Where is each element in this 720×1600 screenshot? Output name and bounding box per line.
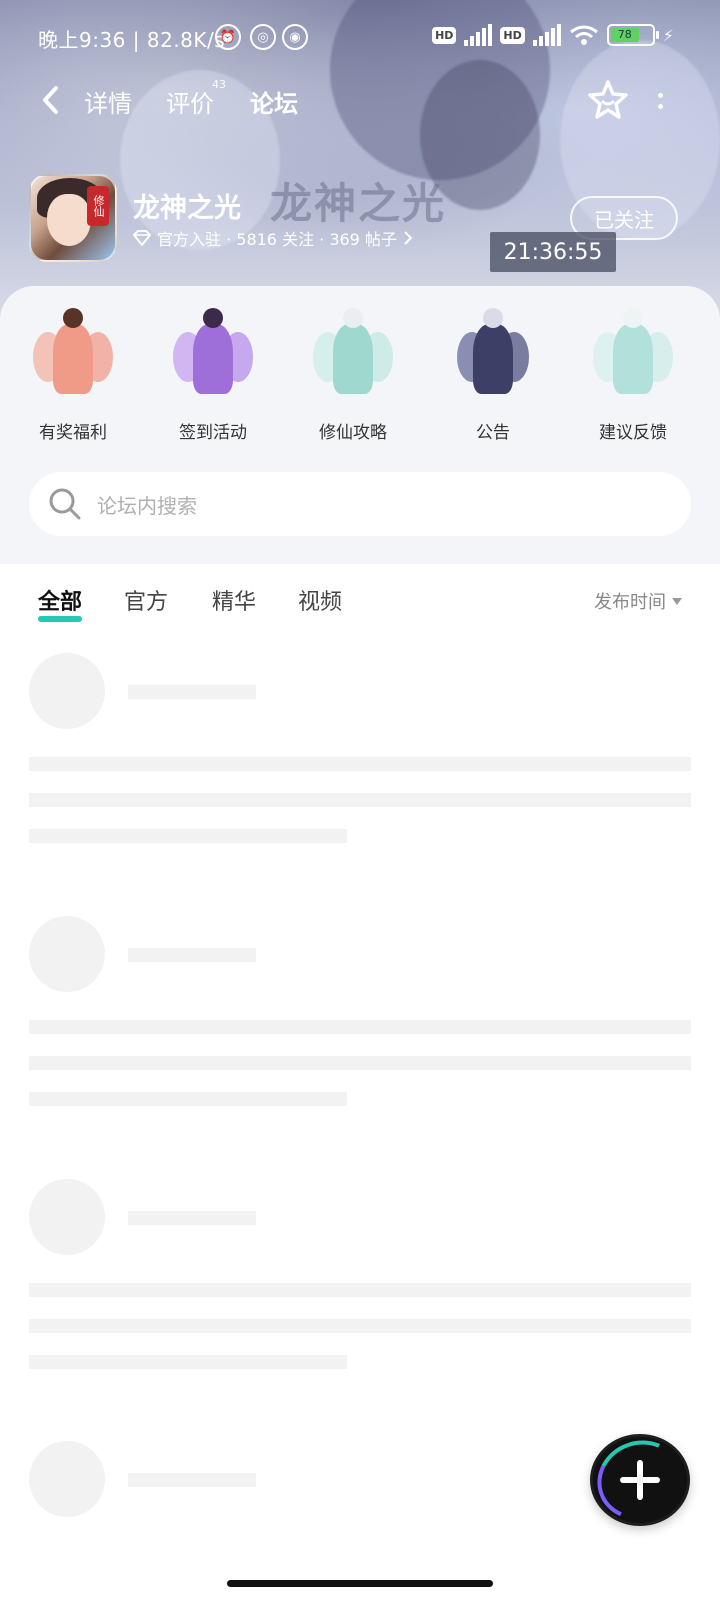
tab-details[interactable]: 详情 xyxy=(84,84,132,119)
character-illustration xyxy=(443,302,543,408)
tab-featured[interactable]: 精华 xyxy=(212,584,256,616)
text-line-placeholder xyxy=(29,1056,691,1070)
avatar-placeholder xyxy=(29,653,105,729)
hd-icon: HD xyxy=(500,26,525,44)
post-skeleton xyxy=(0,653,720,873)
caret-down-icon xyxy=(672,597,682,605)
create-post-button[interactable] xyxy=(590,1434,690,1526)
favorite-button[interactable] xyxy=(586,78,630,122)
text-line-placeholder xyxy=(29,829,347,843)
tab-all[interactable]: 全部 xyxy=(38,584,83,622)
text-line-placeholder xyxy=(29,1092,347,1106)
charging-icon: ⚡ xyxy=(662,25,674,45)
diamond-badge-icon xyxy=(133,230,151,246)
character-illustration xyxy=(303,302,403,408)
game-app-icon[interactable]: 修仙 xyxy=(29,174,117,262)
search-input[interactable]: 论坛内搜索 xyxy=(97,490,197,519)
character-illustration xyxy=(163,302,263,408)
shortcut-guides[interactable]: 修仙攻略 xyxy=(288,302,418,452)
home-indicator[interactable] xyxy=(227,1580,493,1587)
status-bar: 晚上9:36 | 82.8K/s ⏰ ◎ ◉ HD HD 78 ⚡ xyxy=(0,18,720,58)
chevron-left-icon xyxy=(43,86,58,114)
shortcut-announcements[interactable]: 公告 xyxy=(428,302,558,452)
feed-filter-tabs: 全部 官方 精华 视频 发布时间 xyxy=(0,572,720,628)
shortcut-rewards[interactable]: 有奖福利 xyxy=(8,302,138,452)
plus-icon xyxy=(620,1460,660,1500)
game-stats-link[interactable]: 官方入驻 · 5816 关注 · 369 帖子 xyxy=(133,226,413,250)
chevron-right-icon xyxy=(404,231,413,245)
game-header-banner: 晚上9:36 | 82.8K/s ⏰ ◎ ◉ HD HD 78 ⚡ 详情 评价 … xyxy=(0,0,720,320)
forum-search-bar[interactable]: 论坛内搜索 xyxy=(29,472,691,536)
shortcut-checkin[interactable]: 签到活动 xyxy=(148,302,278,452)
avatar-placeholder xyxy=(29,1179,105,1255)
username-placeholder xyxy=(128,948,256,962)
forum-shortcut-panel: 有奖福利 签到活动 修仙攻略 公告 建议反馈 论坛内搜索 xyxy=(0,286,720,564)
game-logo-watermark: 龙神之光 xyxy=(270,179,447,228)
tab-official[interactable]: 官方 xyxy=(124,584,168,616)
search-icon xyxy=(49,488,81,520)
text-line-placeholder xyxy=(29,793,691,807)
review-count-badge: 43 xyxy=(212,78,226,91)
character-illustration xyxy=(583,302,683,408)
username-placeholder xyxy=(128,1211,256,1225)
avatar-placeholder xyxy=(29,1441,105,1517)
status-time: 晚上9:36 | 82.8K/s xyxy=(38,28,226,52)
star-icon xyxy=(588,80,628,119)
username-placeholder xyxy=(128,685,256,699)
username-placeholder xyxy=(128,1473,256,1487)
text-line-placeholder xyxy=(29,1319,691,1333)
text-line-placeholder xyxy=(29,1283,691,1297)
floating-clock: 21:36:55 xyxy=(490,232,616,272)
text-line-placeholder xyxy=(29,1355,347,1369)
game-title: 龙神之光 xyxy=(133,193,241,224)
app-notification-icon: ◉ xyxy=(282,24,308,50)
avatar-placeholder xyxy=(29,916,105,992)
battery-icon: 78 xyxy=(606,24,659,46)
tab-forum[interactable]: 论坛 xyxy=(246,84,302,125)
signal-icon xyxy=(464,24,493,46)
tab-videos[interactable]: 视频 xyxy=(298,584,342,616)
back-button[interactable] xyxy=(32,80,68,120)
sort-dropdown[interactable]: 发布时间 xyxy=(594,588,682,614)
shortcut-feedback[interactable]: 建议反馈 xyxy=(568,302,698,452)
tab-reviews[interactable]: 评价 43 xyxy=(166,78,226,119)
more-options-button[interactable] xyxy=(652,86,668,116)
signal-icon xyxy=(532,24,561,46)
top-navigation: 详情 评价 43 论坛 xyxy=(0,76,720,126)
alarm-icon: ⏰ xyxy=(215,24,241,50)
wifi-icon xyxy=(569,25,598,45)
post-skeleton xyxy=(0,1179,720,1399)
text-line-placeholder xyxy=(29,1020,691,1034)
text-line-placeholder xyxy=(29,757,691,771)
app-notification-icon: ◎ xyxy=(250,24,276,50)
character-illustration xyxy=(23,302,123,408)
hd-icon: HD xyxy=(432,26,457,44)
post-skeleton xyxy=(0,916,720,1136)
